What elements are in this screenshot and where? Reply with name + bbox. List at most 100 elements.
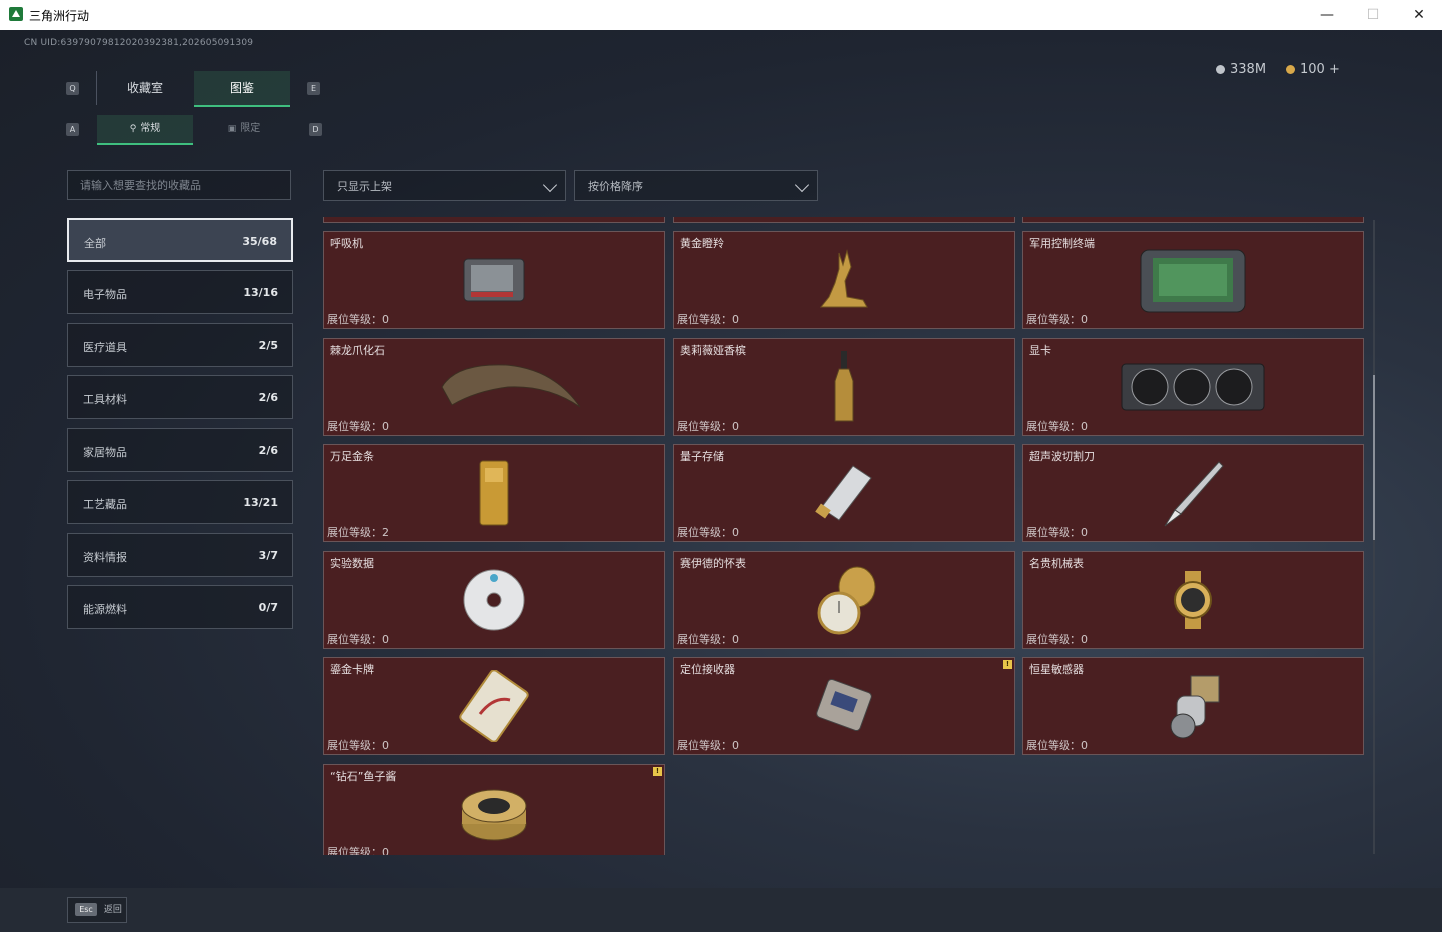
item-card[interactable]: 万足金条 展位等级：2 [323, 444, 665, 542]
item-level-value: 2 [382, 526, 389, 539]
ultrasonic-knife-icon [1164, 461, 1224, 527]
subtab-limited[interactable]: ▣ 限定 [196, 115, 292, 143]
category-label: 医疗道具 [83, 341, 127, 354]
item-name: 超声波切割刀 [1029, 450, 1095, 463]
maximize-button[interactable]: ☐ [1350, 0, 1396, 30]
item-level-value: 0 [382, 739, 389, 752]
item-level-label: 展位等级： [1026, 739, 1081, 752]
category-household[interactable]: 家居物品 2/6 [67, 428, 293, 472]
item-level-label: 展位等级： [327, 526, 382, 539]
subtab-limited-label: 限定 [240, 123, 261, 134]
footer-bar: Esc 返回 [0, 888, 1442, 932]
item-name: 奥莉薇娅香槟 [680, 344, 746, 357]
category-count: 0/7 [258, 601, 278, 614]
item-level: 展位等级：0 [677, 737, 739, 753]
close-button[interactable]: ✕ [1396, 0, 1442, 30]
show-listed-dropdown[interactable]: 只显示上架 [323, 170, 566, 201]
currency-gold[interactable]: 100 + [1286, 62, 1340, 77]
item-level: 展位等级：0 [1026, 737, 1088, 753]
item-card[interactable]: 超声波切割刀 展位等级：0 [1022, 444, 1364, 542]
item-level-value: 0 [382, 846, 389, 855]
item-card[interactable]: 量子存储 展位等级：0 [673, 444, 1015, 542]
item-level: 展位等级：0 [1026, 418, 1088, 434]
item-card[interactable]: 棘龙爪化石 展位等级：0 [323, 338, 665, 436]
game-viewport: CN UID:6397907981202039238​1,20260509130… [0, 30, 1442, 932]
category-label: 工艺藏品 [83, 498, 127, 511]
item-level-value: 0 [1081, 526, 1088, 539]
item-card[interactable]: 恒星敏感器 展位等级：0 [1022, 657, 1364, 755]
item-level-label: 展位等级： [327, 739, 382, 752]
tab-codex[interactable]: 图鉴 [194, 71, 290, 107]
item-level: 展位等级：0 [677, 631, 739, 647]
item-card[interactable]: 名贵机械表 展位等级：0 [1022, 551, 1364, 649]
sort-value: 按价格降序 [588, 180, 643, 193]
item-level-value: 0 [1081, 313, 1088, 326]
item-card[interactable]: “钻石”鱼子酱 ! 展位等级：0 [323, 764, 665, 855]
item-name: 呼吸机 [330, 237, 363, 250]
hotkey-a: A [66, 123, 79, 136]
grid-scrollbar-thumb[interactable] [1373, 375, 1375, 540]
quantum-storage-icon [815, 465, 872, 521]
subtab-regular[interactable]: ⚲ 常规 [97, 115, 193, 145]
hotkey-q: Q [66, 82, 79, 95]
item-card[interactable]: 定位接收器 ! 展位等级：0 [673, 657, 1015, 755]
item-name: 鎏金卡牌 [330, 663, 374, 676]
item-name: 实验数据 [330, 557, 374, 570]
item-level-value: 0 [1081, 420, 1088, 433]
item-name: 黄金瞪羚 [680, 237, 724, 250]
golden-gazelle-icon [819, 249, 868, 308]
category-electronics[interactable]: 电子物品 13/16 [67, 270, 293, 314]
hotkey-d: D [309, 123, 322, 136]
category-count: 13/21 [243, 496, 278, 509]
hotkey-e: E [307, 82, 320, 95]
back-label: 返回 [103, 905, 122, 915]
currency-silver: 338M [1216, 62, 1266, 77]
category-intel[interactable]: 资料情报 3/7 [67, 533, 293, 577]
esc-key-icon: Esc [75, 903, 97, 916]
item-card[interactable]: 黄金瞪羚 展位等级：0 [673, 231, 1015, 329]
gps-receiver-icon [816, 678, 872, 732]
item-card-partial[interactable] [1022, 217, 1364, 223]
minimize-button[interactable]: — [1304, 0, 1350, 30]
item-level-value: 0 [732, 633, 739, 646]
star-sensor-icon [1170, 675, 1220, 739]
item-name: 万足金条 [330, 450, 374, 463]
item-card[interactable]: 赛伊德的怀表 展位等级：0 [673, 551, 1015, 649]
show-listed-value: 只显示上架 [337, 180, 392, 193]
item-level-label: 展位等级： [677, 420, 732, 433]
back-button[interactable]: Esc 返回 [67, 897, 127, 923]
sort-dropdown[interactable]: 按价格降序 [574, 170, 818, 201]
item-level: 展位等级：0 [327, 311, 389, 327]
item-card-partial[interactable] [673, 217, 1015, 223]
category-count: 3/7 [258, 549, 278, 562]
gold-coin-icon [1286, 65, 1295, 74]
category-medical[interactable]: 医疗道具 2/5 [67, 323, 293, 367]
category-energy[interactable]: 能源燃料 0/7 [67, 585, 293, 629]
regular-icon: ⚲ [129, 124, 137, 134]
item-level: 展位等级：0 [1026, 524, 1088, 540]
gold-bar-icon [479, 460, 509, 526]
item-card[interactable]: 鎏金卡牌 展位等级：0 [323, 657, 665, 755]
item-name: 军用控制终端 [1029, 237, 1095, 250]
item-card[interactable]: 奥莉薇娅香槟 展位等级：0 [673, 338, 1015, 436]
item-name: 定位接收器 [680, 663, 735, 676]
item-card-partial[interactable] [323, 217, 665, 223]
tab-collection-room[interactable]: 收藏室 [96, 71, 193, 105]
item-name: 赛伊德的怀表 [680, 557, 746, 570]
window-titlebar: 三角洲行动 — ☐ ✕ [0, 0, 1442, 30]
claw-fossil-icon [441, 364, 581, 408]
item-card[interactable]: 军用控制终端 展位等级：0 [1022, 231, 1364, 329]
item-level: 展位等级：0 [327, 418, 389, 434]
item-name: 恒星敏感器 [1029, 663, 1084, 676]
category-all[interactable]: 全部 35/68 [67, 218, 293, 262]
item-level-label: 展位等级： [327, 420, 382, 433]
ventilator-icon [463, 258, 525, 302]
item-level-label: 展位等级： [327, 846, 382, 855]
item-card[interactable]: 呼吸机 展位等级：0 [323, 231, 665, 329]
category-crafts[interactable]: 工艺藏品 13/21 [67, 480, 293, 524]
category-tools[interactable]: 工具材料 2/6 [67, 375, 293, 419]
category-label: 家居物品 [83, 446, 127, 459]
search-input[interactable]: 请输入想要查找的收藏品 [67, 170, 291, 200]
item-card[interactable]: 实验数据 展位等级：0 [323, 551, 665, 649]
item-card[interactable]: 显卡 展位等级：0 [1022, 338, 1364, 436]
